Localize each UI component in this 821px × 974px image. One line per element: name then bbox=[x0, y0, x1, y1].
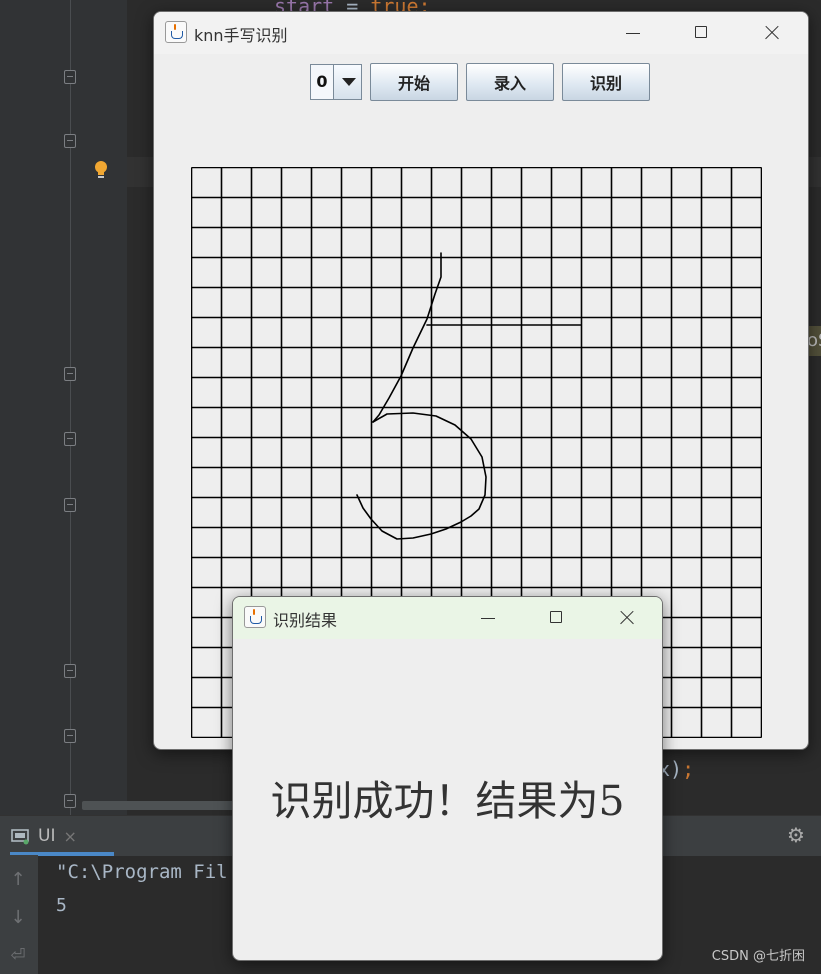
gear-icon[interactable]: ⚙ bbox=[785, 824, 807, 846]
minimize-button[interactable] bbox=[618, 20, 648, 46]
recognize-button[interactable]: 识别 bbox=[562, 63, 650, 101]
fold-marker-icon[interactable] bbox=[64, 729, 76, 743]
lightbulb-icon[interactable] bbox=[93, 160, 109, 180]
start-button[interactable]: 开始 bbox=[370, 63, 458, 101]
java-app-icon bbox=[165, 21, 187, 43]
minimize-button[interactable] bbox=[473, 605, 503, 631]
gutter-fold-line bbox=[70, 0, 71, 815]
window-title-bar[interactable]: knn手写识别 bbox=[154, 12, 808, 54]
fold-marker-icon[interactable] bbox=[64, 134, 76, 148]
maximize-button[interactable] bbox=[687, 20, 717, 46]
console-output-line: 5 bbox=[56, 895, 67, 916]
close-button[interactable] bbox=[757, 20, 787, 46]
scroll-down-icon[interactable]: ↓ bbox=[8, 907, 28, 928]
close-button[interactable] bbox=[612, 605, 642, 631]
fold-marker-icon[interactable] bbox=[64, 664, 76, 678]
handwritten-stroke bbox=[356, 252, 582, 540]
run-side-toolbar: ↑ ↓ ⏎ bbox=[0, 855, 38, 974]
fold-marker-icon[interactable] bbox=[64, 794, 76, 808]
watermark: CSDN @七折困 bbox=[711, 949, 805, 964]
run-tab-ui[interactable]: UI × bbox=[10, 816, 77, 856]
soft-wrap-icon[interactable]: ⏎ bbox=[8, 945, 28, 966]
digit-select-value: 0 bbox=[311, 65, 334, 99]
result-dialog: 识别结果 识别成功！结果为5 bbox=[232, 596, 663, 961]
dialog-title: 识别结果 bbox=[273, 611, 338, 630]
maximize-button[interactable] bbox=[542, 605, 572, 631]
result-message: 识别成功！结果为5 bbox=[270, 777, 625, 825]
record-button[interactable]: 录入 bbox=[466, 63, 554, 101]
console-output-line: "C:\Program Fil bbox=[56, 861, 228, 883]
java-app-icon bbox=[244, 606, 266, 628]
horizontal-scrollbar[interactable] bbox=[82, 801, 242, 810]
scroll-up-icon[interactable]: ↑ bbox=[8, 869, 28, 890]
code-line-fragment: x); bbox=[658, 757, 695, 781]
fold-marker-icon[interactable] bbox=[64, 498, 76, 512]
digit-select[interactable]: 0 bbox=[310, 64, 362, 100]
run-console-icon bbox=[11, 829, 29, 845]
chevron-down-icon[interactable] bbox=[334, 65, 361, 99]
fold-marker-icon[interactable] bbox=[64, 367, 76, 381]
editor-gutter bbox=[0, 0, 127, 815]
fold-marker-icon[interactable] bbox=[64, 432, 76, 446]
handwritten-stroke-loop bbox=[356, 412, 487, 540]
dialog-title-bar[interactable]: 识别结果 bbox=[233, 597, 662, 639]
fold-marker-icon[interactable] bbox=[64, 70, 76, 84]
close-icon[interactable]: × bbox=[63, 827, 76, 846]
run-tab-label: UI bbox=[38, 826, 56, 846]
code-edge-fragment: oS bbox=[807, 326, 821, 356]
window-title: knn手写识别 bbox=[194, 26, 288, 45]
main-toolbar: 0 开始 录入 识别 bbox=[310, 62, 650, 102]
